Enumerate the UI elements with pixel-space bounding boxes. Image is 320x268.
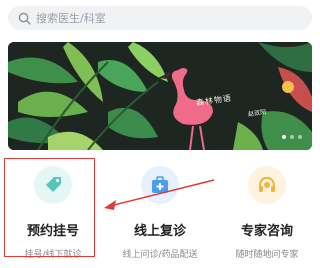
service-title: 专家咨询 [240, 224, 293, 239]
headset-icon [248, 166, 286, 204]
promo-banner[interactable]: 森林物语 赵双阳 [8, 42, 312, 150]
highlight-box [4, 158, 95, 257]
service-subtitle: 线上问诊/药品配送 [122, 250, 198, 260]
service-online-followup[interactable]: 线上复诊 线上问诊/药品配送 [115, 158, 205, 262]
service-subtitle: 随时随地问专家 [235, 250, 299, 260]
banner-illustration [8, 42, 312, 150]
carousel-dot[interactable] [298, 135, 302, 139]
search-bar[interactable]: 搜索医生/科室 [8, 6, 312, 30]
carousel-indicator[interactable] [282, 135, 302, 139]
home-screen: 搜索医生/科室 森林物语 赵双阳 预约挂号 挂号/线下就诊 线上复诊 线上问诊/… [0, 0, 320, 268]
carousel-dot[interactable] [290, 135, 294, 139]
carousel-dot[interactable] [282, 135, 286, 139]
search-icon [18, 12, 31, 25]
service-title: 线上复诊 [133, 224, 186, 239]
medical-kit-icon [141, 166, 179, 204]
search-placeholder: 搜索医生/科室 [36, 12, 106, 25]
service-expert-consult[interactable]: 专家咨询 随时随地问专家 [222, 158, 312, 262]
